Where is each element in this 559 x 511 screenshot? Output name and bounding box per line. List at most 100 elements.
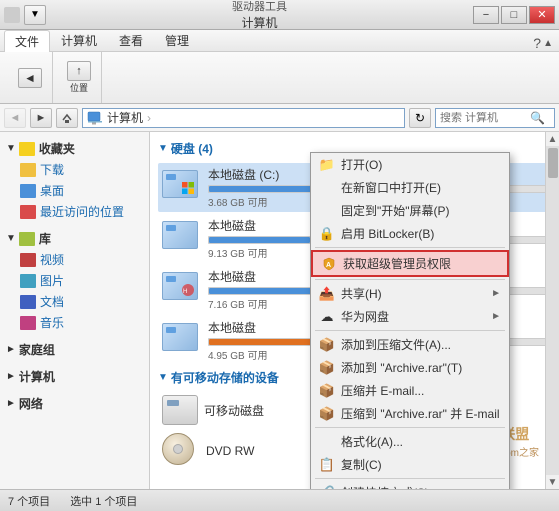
search-input[interactable]	[440, 112, 530, 124]
scroll-thumb[interactable]	[548, 148, 558, 178]
ribbon-tabs: 文件 计算机 查看 管理 ? ▲	[0, 30, 559, 52]
ribbon-group-nav: ◄	[8, 52, 53, 103]
sidebar-item-music[interactable]: 音乐	[0, 312, 149, 333]
ctx-copy-label: 复制(C)	[341, 456, 382, 473]
ctx-add-archive[interactable]: 📦 添加到压缩文件(A)...	[311, 333, 509, 356]
ctx-share-icon: 📤	[319, 286, 335, 302]
scrollbar[interactable]: ▲ ▼	[545, 132, 559, 489]
up-button[interactable]	[56, 108, 78, 128]
title-bar-left: ▼	[4, 5, 46, 25]
ctx-open[interactable]: 📁 打开(O)	[311, 153, 509, 176]
tab-view[interactable]: 查看	[108, 29, 154, 51]
tab-computer[interactable]: 计算机	[50, 29, 108, 51]
sidebar-item-download[interactable]: 下载	[0, 159, 149, 180]
ctx-compress-email[interactable]: 📦 压缩并 E-mail...	[311, 379, 509, 402]
refresh-button[interactable]: ↻	[409, 108, 431, 128]
drive-c-icon	[162, 170, 202, 206]
sidebar-section-favorites: ▼ 收藏夹 下载 桌面 最近访问的位置	[0, 138, 149, 222]
sidebar-item-video[interactable]: 视频	[0, 249, 149, 270]
quick-access-btn[interactable]: ▼	[24, 5, 46, 25]
ctx-copy[interactable]: 📋 复制(C)	[311, 453, 509, 476]
sidebar-section-library: ▼ 库 视频 图片 文档 音乐	[0, 228, 149, 333]
network-arrow: ►	[6, 398, 16, 409]
ctx-share-label: 共享(H)	[341, 285, 382, 302]
path-separator: ›	[147, 111, 151, 125]
ribbon-area: ◄ ↑ 位置	[0, 52, 559, 104]
ribbon-btn-up[interactable]: ↑ 位置	[63, 59, 95, 96]
sidebar-network-header[interactable]: ► 网络	[0, 393, 149, 414]
disk-body-4	[162, 323, 198, 351]
ribbon-btn-back[interactable]: ◄	[14, 66, 46, 90]
photo-label: 图片	[40, 272, 64, 289]
scroll-track[interactable]	[546, 146, 559, 475]
sidebar-computer-header[interactable]: ► 计算机	[0, 366, 149, 387]
sidebar-favorites-header[interactable]: ▼ 收藏夹	[0, 138, 149, 159]
ctx-sep-1	[315, 247, 505, 248]
ctx-huawei-icon: ☁	[319, 309, 335, 325]
ctx-share[interactable]: 📤 共享(H) ►	[311, 282, 509, 305]
ctx-admin[interactable]: A 获取超级管理员权限	[311, 250, 509, 277]
ribbon-help: ? ▲	[533, 35, 559, 51]
ctx-sep-2	[315, 279, 505, 280]
context-menu: 📁 打开(O) 在新窗口中打开(E) 固定到"开始"屏幕(P) 🔒 启用 Bit…	[310, 152, 510, 489]
maximize-button[interactable]: □	[501, 6, 527, 24]
windows-logo-c	[181, 181, 195, 195]
ctx-open-new-icon	[319, 180, 335, 196]
close-button[interactable]: ✕	[529, 6, 555, 24]
status-bar: 7 个项目 选中 1 个项目	[0, 489, 559, 511]
ctx-add-rar-icon: 📦	[319, 360, 335, 376]
ctx-format-icon	[319, 434, 335, 450]
ctx-compress-rar-email-label: 压缩到 "Archive.rar" 并 E-mail	[341, 405, 500, 422]
ctx-pin-icon	[319, 203, 335, 219]
computer-icon	[87, 111, 103, 125]
ctx-bitlocker[interactable]: 🔒 启用 BitLocker(B)	[311, 222, 509, 245]
ctx-huawei-arrow: ►	[491, 311, 501, 322]
tab-manage[interactable]: 管理	[154, 29, 200, 51]
dvd-disk	[162, 433, 194, 465]
shield-icon: A	[322, 257, 336, 271]
tab-driver-tools[interactable]	[357, 47, 377, 51]
music-label: 音乐	[40, 314, 64, 331]
ctx-compress-email-icon: 📦	[319, 383, 335, 399]
help-icon[interactable]: ?	[533, 35, 541, 51]
ctx-compress-rar-email[interactable]: 📦 压缩到 "Archive.rar" 并 E-mail	[311, 402, 509, 425]
ctx-huawei[interactable]: ☁ 华为网盘 ►	[311, 305, 509, 328]
expand-icon[interactable]: ▲	[543, 38, 553, 49]
download-label: 下载	[40, 161, 64, 178]
ctx-shortcut-icon: 🔗	[319, 485, 335, 490]
sidebar-library-header[interactable]: ▼ 库	[0, 228, 149, 249]
forward-button[interactable]: ►	[30, 108, 52, 128]
ctx-format[interactable]: 格式化(A)...	[311, 430, 509, 453]
ctx-sep-3	[315, 330, 505, 331]
back-button[interactable]: ◄	[4, 108, 26, 128]
path-text: 计算机	[107, 109, 143, 126]
sidebar-homegroup-header[interactable]: ► 家庭组	[0, 339, 149, 360]
scroll-up-arrow[interactable]: ▲	[546, 132, 559, 146]
ribbon-group-location: ↑ 位置	[57, 52, 102, 103]
ctx-open-new-label: 在新窗口中打开(E)	[341, 179, 441, 196]
search-icon: 🔍	[530, 111, 545, 125]
computer-label: 计算机	[19, 368, 55, 385]
ctx-compress-rar-email-icon: 📦	[319, 406, 335, 422]
library-label: 库	[39, 230, 51, 247]
ctx-open-new[interactable]: 在新窗口中打开(E)	[311, 176, 509, 199]
favorites-arrow: ▼	[6, 143, 16, 154]
sidebar-item-recent[interactable]: 最近访问的位置	[0, 201, 149, 222]
sidebar-item-desktop[interactable]: 桌面	[0, 180, 149, 201]
tab-file[interactable]: 文件	[4, 30, 50, 52]
sidebar-item-doc[interactable]: 文档	[0, 291, 149, 312]
ctx-shortcut[interactable]: 🔗 创建快捷方式(S)	[311, 481, 509, 489]
ctx-bitlocker-label: 启用 BitLocker(B)	[341, 225, 434, 242]
ctx-add-rar[interactable]: 📦 添加到 "Archive.rar"(T)	[311, 356, 509, 379]
minimize-button[interactable]: −	[473, 6, 499, 24]
video-icon	[20, 253, 36, 267]
homegroup-arrow: ►	[6, 344, 16, 355]
ctx-pin-start[interactable]: 固定到"开始"屏幕(P)	[311, 199, 509, 222]
scroll-down-arrow[interactable]: ▼	[546, 475, 559, 489]
address-path-field[interactable]: 计算机 ›	[82, 108, 405, 128]
sidebar-item-photo[interactable]: 图片	[0, 270, 149, 291]
download-icon	[20, 163, 36, 177]
tools-label: 驱动器工具	[232, 0, 287, 14]
up-icon: ↑	[67, 61, 91, 81]
ctx-sep-5	[315, 478, 505, 479]
